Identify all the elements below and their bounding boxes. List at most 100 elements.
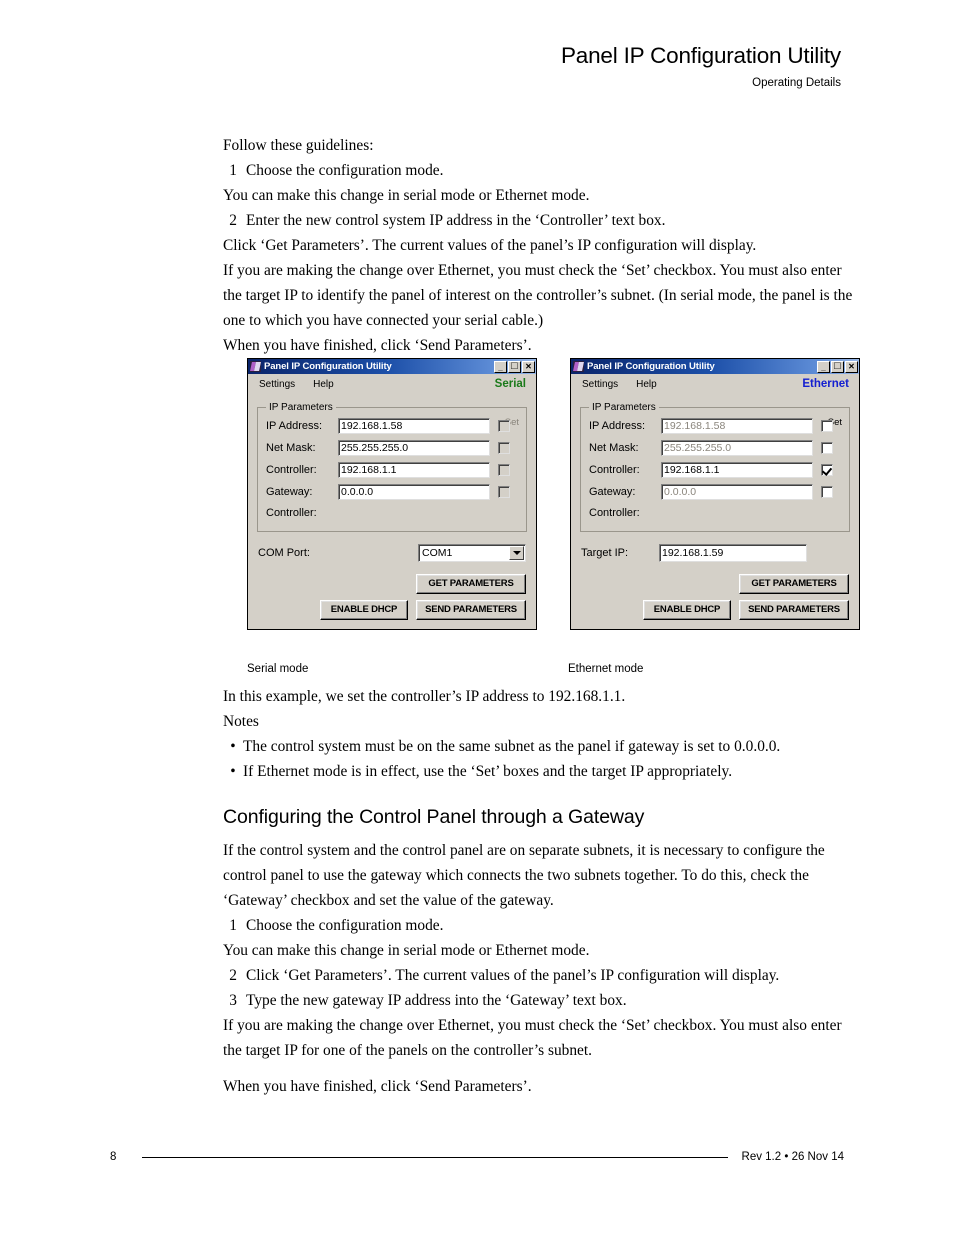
note-text: The control system must be on the same s…: [243, 738, 781, 755]
list-text: Choose the configuration mode.: [246, 162, 444, 179]
controller-input[interactable]: 192.168.1.1: [338, 462, 490, 478]
list-text: Enter the new control system IP address …: [246, 212, 666, 229]
intro-step-2: 2 Enter the new control system IP addres…: [223, 208, 863, 233]
mode-indicator: Ethernet: [802, 378, 849, 390]
set-checkbox-ip-address[interactable]: [821, 420, 833, 432]
target-ip-row: Target IP: 192.168.1.59: [580, 544, 850, 562]
note-text: If Ethernet mode is in effect, use the ‘…: [243, 763, 733, 780]
set-checkbox-gateway[interactable]: [498, 486, 510, 498]
com-port-select[interactable]: COM1: [418, 544, 526, 562]
menu-bar[interactable]: Settings Help Ethernet: [571, 374, 859, 396]
controller-input[interactable]: 192.168.1.1: [661, 462, 813, 478]
ip-address-input[interactable]: 192.168.1.58: [661, 418, 813, 434]
enable-dhcp-button[interactable]: ENABLE DHCP: [643, 600, 731, 620]
set-cell[interactable]: [813, 442, 841, 454]
minimize-icon[interactable]: _: [817, 360, 830, 373]
window-controls[interactable]: _ □ ✕: [494, 360, 535, 373]
set-cell[interactable]: [490, 486, 518, 498]
chevron-down-icon[interactable]: [509, 546, 524, 560]
list-text: Click ‘Get Parameters’. The current valu…: [246, 967, 780, 984]
ip-address-input[interactable]: 192.168.1.58: [338, 418, 490, 434]
field-row-net-mask: Net Mask: 255.255.255.0: [589, 437, 841, 459]
set-checkbox-net-mask[interactable]: [498, 442, 510, 454]
minimize-icon[interactable]: _: [494, 360, 507, 373]
field-row-ip-address: IP Address: 192.168.1.58: [589, 415, 841, 437]
set-checkbox-controller[interactable]: [498, 464, 510, 476]
page-title: Panel IP Configuration Utility: [561, 43, 841, 68]
menu-item-settings[interactable]: Settings: [259, 379, 295, 391]
page-footer: 8 Rev 1.2 • 26 Nov 14: [110, 1151, 844, 1163]
app-icon: [250, 361, 261, 372]
ip-parameters-group: IP Parameters Set IP Address: 192.168.1.…: [580, 402, 850, 532]
field-row-controller: Controller: 192.168.1.1: [589, 459, 841, 481]
set-cell[interactable]: [490, 464, 518, 476]
close-glyph: ✕: [525, 361, 532, 371]
menu-item-help[interactable]: Help: [313, 379, 334, 391]
get-parameters-row: GET PARAMETERS: [257, 574, 527, 594]
ip-parameters-group: IP Parameters Set IP Address: 192.168.1.…: [257, 402, 527, 532]
list-text: Choose the configuration mode.: [246, 917, 444, 934]
set-checkbox-gateway[interactable]: [821, 486, 833, 498]
set-cell[interactable]: [813, 464, 841, 476]
field-row-net-mask: Net Mask: 255.255.255.0: [266, 437, 518, 459]
net-mask-input[interactable]: 255.255.255.0: [661, 440, 813, 456]
intro-step-2-sub-3: When you have finished, click ‘Send Para…: [223, 337, 532, 354]
field-label: Controller:: [589, 463, 640, 476]
window-controls[interactable]: _ □ ✕: [817, 360, 858, 373]
field-label: Controller:: [266, 463, 317, 476]
intro-step-2-sub-2: If you are making the change over Ethern…: [223, 262, 853, 329]
controller-status-label: Controller:: [266, 507, 317, 519]
target-ip-input[interactable]: 192.168.1.59: [659, 544, 807, 562]
send-parameters-button[interactable]: SEND PARAMETERS: [739, 600, 849, 620]
bullet-glyph: •: [230, 738, 236, 755]
menu-item-help[interactable]: Help: [636, 379, 657, 391]
ethernet-mode-dialog[interactable]: Panel IP Configuration Utility _ □ ✕ Set…: [570, 358, 860, 630]
set-cell[interactable]: [813, 486, 841, 498]
intro-step-1-sub: You can make this change in serial mode …: [223, 187, 590, 204]
field-label: Net Mask:: [266, 441, 316, 454]
gateway-step-3: 3 Type the new gateway IP address into t…: [223, 988, 863, 1013]
list-number: 2: [229, 967, 237, 984]
gateway-input[interactable]: 0.0.0.0: [661, 484, 813, 500]
get-parameters-button[interactable]: GET PARAMETERS: [739, 574, 849, 594]
minimize-glyph: _: [498, 362, 503, 372]
section-heading: Configuring the Control Panel through a …: [223, 806, 645, 828]
set-cell[interactable]: [490, 442, 518, 454]
window-titlebar[interactable]: Panel IP Configuration Utility _ □ ✕: [571, 359, 859, 374]
list-text: Type the new gateway IP address into the…: [246, 992, 627, 1009]
maximize-icon[interactable]: □: [508, 360, 521, 373]
com-port-value: COM1: [422, 547, 453, 559]
menu-bar[interactable]: Settings Help Serial: [248, 374, 536, 396]
controller-status-row: Controller:: [266, 503, 518, 524]
close-icon[interactable]: ✕: [522, 360, 535, 373]
enable-dhcp-button[interactable]: ENABLE DHCP: [320, 600, 408, 620]
set-checkbox-net-mask[interactable]: [821, 442, 833, 454]
send-parameters-button[interactable]: SEND PARAMETERS: [416, 600, 526, 620]
gateway-step-1: 1 Choose the configuration mode.: [223, 913, 863, 938]
serial-mode-dialog[interactable]: Panel IP Configuration Utility _ □ ✕ Set…: [247, 358, 537, 630]
gateway-step-3-sub: If you are making the change over Ethern…: [223, 1017, 842, 1059]
net-mask-input[interactable]: 255.255.255.0: [338, 440, 490, 456]
field-row-gateway: Gateway: 0.0.0.0: [266, 481, 518, 503]
list-number: 1: [229, 917, 237, 934]
page-subtitle: Operating Details: [752, 76, 841, 89]
field-label: IP Address:: [266, 419, 323, 432]
group-legend: IP Parameters: [592, 402, 656, 413]
dialog-body: IP Parameters Set IP Address: 192.168.1.…: [571, 396, 859, 629]
controller-status-row: Controller:: [589, 503, 841, 524]
get-parameters-button[interactable]: GET PARAMETERS: [416, 574, 526, 594]
menu-item-settings[interactable]: Settings: [582, 379, 618, 391]
maximize-icon[interactable]: □: [831, 360, 844, 373]
notes-title: Notes: [223, 713, 259, 730]
field-label: Gateway:: [589, 485, 636, 498]
page-number: 8: [110, 1151, 117, 1163]
field-label: Net Mask:: [589, 441, 639, 454]
close-icon[interactable]: ✕: [845, 360, 858, 373]
set-checkbox-controller[interactable]: [821, 464, 833, 476]
target-ip-label: Target IP:: [581, 547, 629, 559]
set-checkbox-ip-address[interactable]: [498, 420, 510, 432]
com-port-label: COM Port:: [258, 547, 310, 559]
gateway-input[interactable]: 0.0.0.0: [338, 484, 490, 500]
window-titlebar[interactable]: Panel IP Configuration Utility _ □ ✕: [248, 359, 536, 374]
example-text: In this example, we set the controller’s…: [223, 688, 626, 705]
